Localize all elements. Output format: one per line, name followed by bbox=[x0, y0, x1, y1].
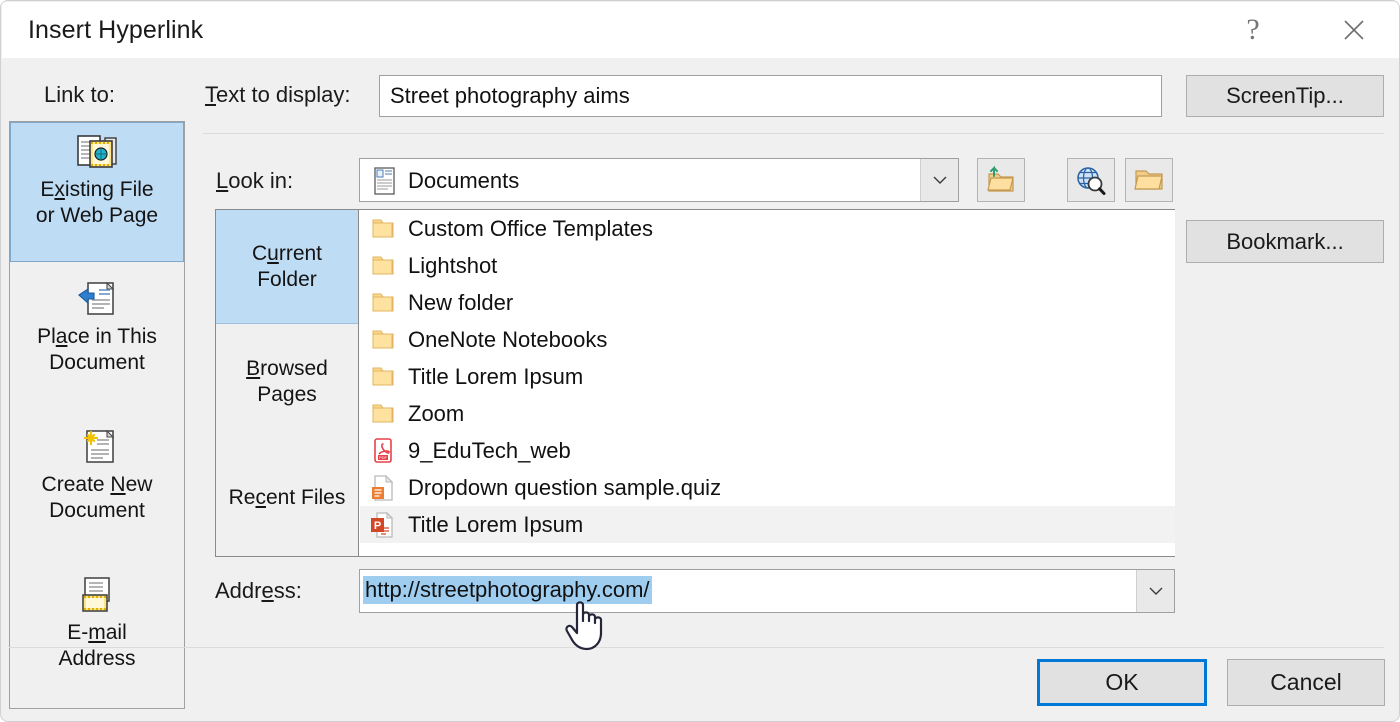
link-to-label: Link to: bbox=[44, 82, 115, 107]
file-name: 9_EduTech_web bbox=[408, 437, 571, 463]
browser-tab-browsed-pages[interactable]: Browsed Pages bbox=[216, 324, 358, 440]
address-label: Address: bbox=[215, 578, 302, 603]
link-to-item-place-in-this-document[interactable]: Place in This Document bbox=[10, 270, 184, 410]
ok-button[interactable]: OK bbox=[1037, 659, 1207, 706]
list-item[interactable]: Zoom bbox=[360, 395, 1175, 432]
text-to-display-label: Text to display: bbox=[205, 82, 351, 107]
browse-file-folder-icon bbox=[1134, 170, 1163, 190]
browse-web-icon bbox=[1077, 167, 1106, 195]
link-to-item-label: E-mail Address bbox=[58, 621, 136, 670]
address-input[interactable]: http://streetphotography.com/ bbox=[363, 576, 652, 604]
list-item[interactable]: New folder bbox=[360, 284, 1175, 321]
list-item[interactable]: OneNote Notebooks bbox=[360, 321, 1175, 358]
create-new-document-icon bbox=[75, 426, 119, 468]
quiz-file-icon bbox=[366, 473, 400, 503]
list-item[interactable]: P Title Lorem Ipsum bbox=[360, 506, 1175, 543]
file-browser: Current Folder Browsed Pages Recent File… bbox=[215, 209, 1175, 557]
link-to-item-label: Existing File or Web Page bbox=[35, 178, 159, 227]
file-name: Lightshot bbox=[408, 252, 498, 278]
bookmark-button[interactable]: Bookmark... bbox=[1186, 220, 1384, 263]
file-list[interactable]: Custom Office Templates Lightshot New fo… bbox=[360, 210, 1175, 556]
place-in-this-document-icon bbox=[75, 278, 119, 320]
up-one-folder-icon bbox=[987, 165, 1014, 192]
list-item[interactable]: Custom Office Templates bbox=[360, 210, 1175, 247]
powerpoint-file-icon: P bbox=[366, 510, 400, 540]
folder-icon bbox=[366, 399, 400, 429]
email-address-icon bbox=[75, 574, 119, 616]
folder-icon bbox=[366, 362, 400, 392]
link-to-panel: Existing File or Web Page Place in This … bbox=[9, 121, 185, 709]
chevron-down-icon bbox=[1149, 587, 1162, 595]
file-name: Title Lorem Ipsum bbox=[408, 363, 584, 389]
link-to-item-create-new-document[interactable]: Create New Document bbox=[10, 418, 184, 558]
look-in-combobox[interactable]: Documents bbox=[359, 158, 959, 202]
file-name: Title Lorem Ipsum bbox=[408, 511, 584, 537]
question-mark-icon: ? bbox=[1246, 13, 1260, 46]
insert-hyperlink-dialog: Insert Hyperlink ? Link to: Existing Fil… bbox=[0, 0, 1400, 722]
browse-for-file-button[interactable] bbox=[1125, 158, 1173, 202]
close-icon bbox=[1344, 20, 1364, 40]
list-item[interactable]: Lightshot bbox=[360, 247, 1175, 284]
dialog-title: Insert Hyperlink bbox=[28, 16, 204, 44]
browser-tab-list: Current Folder Browsed Pages Recent File… bbox=[216, 210, 359, 556]
help-button[interactable]: ? bbox=[1221, 3, 1285, 57]
svg-text:PDF: PDF bbox=[379, 455, 388, 460]
link-to-item-existing-file-or-web-page[interactable]: Existing File or Web Page bbox=[10, 122, 184, 262]
link-to-item-label: Place in This Document bbox=[37, 325, 157, 374]
link-to-item-email-address[interactable]: E-mail Address bbox=[10, 566, 184, 706]
folder-icon bbox=[366, 251, 400, 281]
close-button[interactable] bbox=[1322, 3, 1386, 57]
link-to-item-label: Create New Document bbox=[41, 473, 153, 522]
list-item[interactable]: PDF 9_EduTech_web bbox=[360, 432, 1175, 469]
title-bar: Insert Hyperlink ? bbox=[2, 2, 1399, 58]
address-combobox[interactable]: http://streetphotography.com/ bbox=[359, 569, 1175, 613]
folder-icon bbox=[366, 325, 400, 355]
text-to-display-input[interactable]: Street photography aims bbox=[379, 75, 1162, 117]
file-name: New folder bbox=[408, 289, 514, 315]
browser-tab-label: Current Folder bbox=[251, 241, 323, 291]
look-in-value: Documents bbox=[408, 168, 520, 193]
svg-text:P: P bbox=[374, 520, 381, 532]
look-in-label: Look in: bbox=[216, 168, 294, 193]
cancel-button[interactable]: Cancel bbox=[1227, 659, 1385, 706]
browser-tab-recent-files[interactable]: Recent Files bbox=[216, 440, 358, 556]
existing-file-or-web-page-icon bbox=[75, 131, 119, 173]
browser-tab-label: Browsed Pages bbox=[246, 357, 328, 406]
browser-tab-label: Recent Files bbox=[228, 486, 346, 509]
browse-the-web-button[interactable] bbox=[1067, 158, 1115, 202]
header-separator bbox=[203, 133, 1384, 134]
file-name: Custom Office Templates bbox=[408, 215, 653, 241]
file-name: Zoom bbox=[408, 400, 465, 426]
folder-icon bbox=[366, 214, 400, 244]
browser-tab-current-folder[interactable]: Current Folder bbox=[216, 210, 358, 324]
screentip-button[interactable]: ScreenTip... bbox=[1186, 75, 1384, 117]
chevron-down-icon bbox=[933, 176, 946, 184]
look-in-dropdown-button[interactable] bbox=[920, 159, 958, 201]
list-item[interactable]: Title Lorem Ipsum bbox=[360, 358, 1175, 395]
list-item[interactable]: Dropdown question sample.quiz bbox=[360, 469, 1175, 506]
folder-icon bbox=[366, 288, 400, 318]
file-name: OneNote Notebooks bbox=[408, 326, 608, 352]
documents-folder-icon bbox=[372, 167, 398, 195]
address-dropdown-button[interactable] bbox=[1136, 570, 1174, 612]
up-one-folder-button[interactable] bbox=[977, 158, 1025, 202]
footer-separator bbox=[9, 647, 1384, 648]
pdf-file-icon: PDF bbox=[366, 436, 400, 466]
file-name: Dropdown question sample.quiz bbox=[408, 474, 722, 500]
